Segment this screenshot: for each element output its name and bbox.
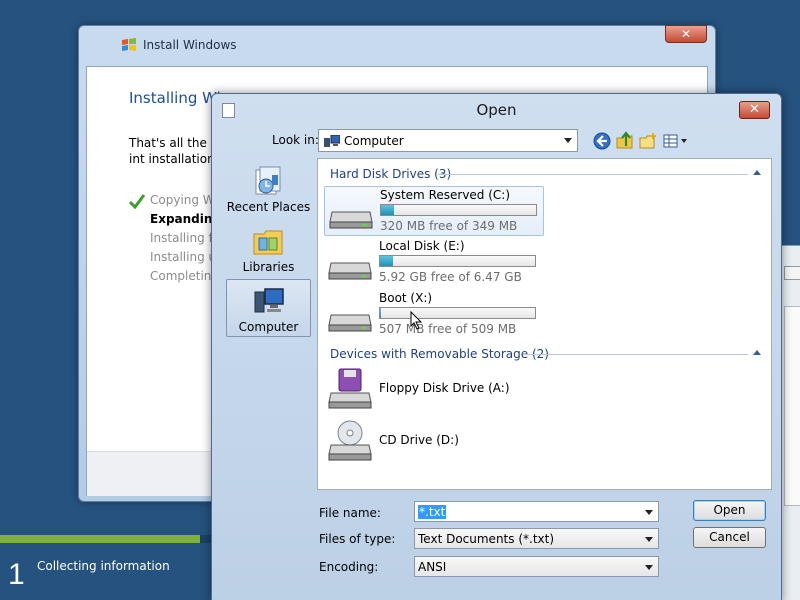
floppy-drive-icon (328, 368, 372, 409)
file-list-pane[interactable]: Hard Disk Drives (3) System Reserved (C:… (317, 158, 772, 490)
file-name-input[interactable]: *.txt (414, 501, 659, 522)
install-windows-titlebar[interactable]: Install Windows ✕ (79, 25, 715, 66)
setup-step-label: Completin (150, 269, 212, 283)
drive-name: CD Drive (D:) (379, 433, 459, 447)
drive-free-space: 5.92 GB free of 6.47 GB (379, 270, 522, 284)
new-folder-icon[interactable] (638, 131, 658, 151)
mouse-cursor-icon (410, 311, 423, 330)
place-label: Computer (238, 320, 299, 334)
setup-step: Expanding (129, 210, 221, 229)
install-windows-title: Install Windows (143, 38, 237, 52)
drive-item-d[interactable]: CD Drive (D:) (324, 417, 544, 467)
collapse-chevron-icon[interactable] (753, 170, 761, 175)
chevron-down-icon (645, 565, 653, 570)
drive-name: System Reserved (C:) (380, 188, 511, 202)
encoding-value: ANSI (418, 560, 447, 574)
place-libraries[interactable]: Libraries (226, 220, 311, 278)
drive-name: Boot (X:) (379, 291, 433, 305)
drive-usage-bar (380, 204, 537, 216)
setup-step-label: Installing fe (150, 231, 221, 245)
drive-usage-fill (381, 205, 394, 215)
group-divider (438, 174, 748, 175)
drive-name: Local Disk (E:) (379, 239, 465, 253)
windows-flag-icon (122, 38, 136, 51)
status-step-number: 1 (8, 558, 25, 591)
group-header-removable-storage[interactable]: Devices with Removable Storage (2) (330, 347, 549, 361)
place-recent-places[interactable]: Recent Places (226, 160, 311, 218)
drive-item-a[interactable]: Floppy Disk Drive (A:) (324, 365, 544, 415)
install-windows-close-button[interactable]: ✕ (665, 25, 707, 43)
setup-step: Copying Wi (129, 191, 221, 210)
group-divider (523, 354, 748, 355)
recent-places-icon (255, 166, 281, 195)
place-label: Libraries (242, 260, 295, 274)
open-dialog: Open ✕ Look in: Computer Recent Places L… (211, 93, 782, 600)
files-of-type-label: Files of type: (319, 532, 396, 546)
cancel-button[interactable]: Cancel (693, 527, 766, 548)
drive-usage-bar (379, 307, 536, 319)
files-of-type-value: Text Documents (*.txt) (418, 532, 555, 546)
file-name-label: File name: (319, 506, 381, 520)
computer-icon (254, 288, 284, 313)
setup-step-label: Copying Wi (150, 193, 218, 207)
drive-item-c[interactable]: System Reserved (C:) 320 MB free of 349 … (324, 186, 544, 236)
chevron-down-icon (564, 138, 572, 143)
setup-step: Installing fe (129, 229, 221, 248)
place-computer[interactable]: Computer (226, 279, 311, 337)
setup-description: That's all the int installation. (129, 136, 219, 166)
up-folder-icon[interactable] (615, 131, 635, 151)
setup-heading: Installing Wi (129, 89, 221, 107)
places-bar: Recent Places Libraries Computer (221, 158, 316, 488)
drive-free-space: 507 MB free of 509 MB (379, 322, 517, 336)
open-button[interactable]: Open (693, 500, 766, 521)
drive-free-space: 320 MB free of 349 MB (380, 219, 518, 233)
files-of-type-dropdown[interactable]: Text Documents (*.txt) (414, 528, 659, 549)
look-in-dropdown[interactable]: Computer (318, 129, 578, 152)
drive-usage-bar (379, 255, 536, 267)
look-in-value: Computer (344, 134, 404, 148)
background-window-panel (784, 306, 800, 506)
setup-steps-list: Copying Wi Expanding Installing fe Insta… (129, 191, 221, 286)
open-dialog-close-button[interactable]: ✕ (739, 101, 770, 119)
libraries-icon (253, 230, 283, 255)
encoding-dropdown[interactable]: ANSI (414, 556, 659, 577)
encoding-label: Encoding: (319, 560, 379, 574)
setup-step-label: Installing u (150, 250, 217, 264)
place-label: Recent Places (226, 200, 311, 214)
view-menu-icon[interactable] (662, 131, 690, 151)
file-name-value: *.txt (418, 505, 447, 519)
drive-usage-fill (380, 308, 381, 318)
group-header-hard-disk-drives[interactable]: Hard Disk Drives (3) (330, 167, 451, 181)
drive-usage-fill (380, 256, 393, 266)
background-window-control (784, 266, 800, 280)
chevron-down-icon (645, 510, 653, 515)
checkmark-icon (129, 194, 145, 209)
setup-step: Completin (129, 267, 221, 286)
collapse-chevron-icon[interactable] (753, 350, 761, 355)
chevron-down-icon (645, 537, 653, 542)
open-dialog-title: Open (476, 101, 517, 119)
look-in-label: Look in: (272, 133, 319, 147)
back-icon[interactable] (592, 131, 612, 151)
setup-step: Installing u (129, 248, 221, 267)
hard-drive-icon (329, 211, 373, 229)
computer-icon (324, 135, 340, 147)
drive-item-e[interactable]: Local Disk (E:) 5.92 GB free of 6.47 GB (324, 238, 544, 288)
cd-drive-icon (328, 420, 372, 461)
drive-name: Floppy Disk Drive (A:) (379, 381, 510, 395)
drive-item-x[interactable]: Boot (X:) 507 MB free of 509 MB (324, 290, 544, 340)
setup-progress-fill (0, 535, 200, 543)
hard-drive-icon (328, 314, 372, 332)
hard-drive-icon (328, 262, 372, 280)
status-step-label: Collecting information (37, 559, 170, 573)
